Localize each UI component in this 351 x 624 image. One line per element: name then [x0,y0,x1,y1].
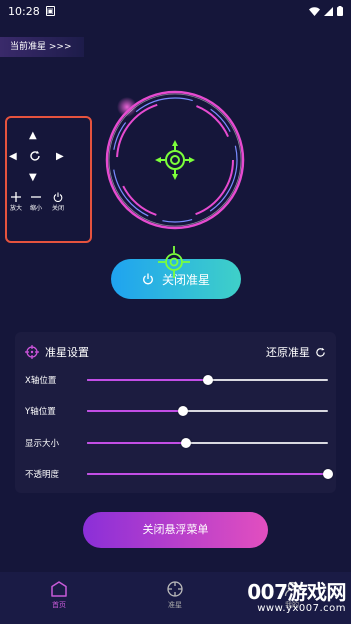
current-crosshair-banner[interactable]: 当前准星 >>> [0,37,84,57]
power-icon [143,273,153,285]
notification-icon: ▣ [45,6,55,16]
refresh-icon [30,150,40,161]
reset-crosshair-button[interactable]: 还原准星 [266,344,326,360]
nav-label-home: 首页 [52,601,66,609]
crosshair-settings-panel: 准星设置 还原准星 X轴位置 Y轴位置 显示大小 不透明度 [15,332,336,493]
power-icon [53,192,63,202]
refresh-icon [316,347,325,357]
reset-crosshair-label: 还原准星 [266,346,310,359]
slider-row-display-size: 显示大小 [25,436,328,450]
close-crosshair-button[interactable]: 关闭 [49,192,67,212]
watermark-url: www.yx007.com [257,603,346,614]
zoom-in-label: 放大 [9,205,22,212]
home-icon [51,581,67,597]
slider-fill [87,379,208,381]
signal-icon [324,6,333,16]
nav-item-crosshair[interactable]: 准星 [145,580,205,610]
display-size-slider[interactable] [87,438,328,448]
slider-thumb[interactable] [202,375,213,385]
slider-thumb[interactable] [180,438,191,448]
reset-position-button[interactable] [29,150,41,165]
battery-icon [337,6,343,16]
slider-fill [87,442,186,444]
status-time: 10:28 [8,4,40,18]
arrow-left-icon: ◀ [9,151,17,162]
x-position-slider[interactable] [87,375,328,385]
plus-icon [11,192,21,202]
move-down-button[interactable]: ▼ [29,172,37,183]
nav-item-home[interactable]: 首页 [29,580,89,610]
settings-header: 准星设置 还原准星 [25,342,326,362]
slider-thumb[interactable] [178,406,189,416]
zoom-out-label: 缩小 [29,205,42,212]
minus-icon [31,196,41,198]
green-reticle-icon [155,140,195,180]
status-bar: 10:28 ▣ [0,0,351,22]
slider-thumb[interactable] [323,469,333,479]
wifi-icon [309,6,320,16]
floating-reticle-icon [158,246,190,278]
watermark-title: 007游戏网 [247,580,346,604]
slider-row-x-position: X轴位置 [25,373,328,387]
slider-label: Y轴位置 [25,407,56,417]
slider-label: X轴位置 [25,376,57,386]
settings-title: 准星设置 [45,346,89,359]
crosshair-preview [100,85,250,235]
crosshair-icon [25,345,39,359]
arrow-up-icon: ▲ [29,130,37,141]
opacity-slider[interactable] [87,469,333,479]
move-left-button[interactable]: ◀ [9,151,17,162]
slider-fill [87,410,184,412]
arrow-down-icon: ▼ [29,172,37,183]
site-watermark: 007游戏网 www.yx007.com [247,576,346,614]
close-floating-menu-button[interactable]: 关闭悬浮菜单 [83,512,268,548]
zoom-in-button[interactable]: 放大 [8,192,24,212]
nav-label-crosshair: 准星 [168,601,182,609]
slider-row-y-position: Y轴位置 [25,404,328,418]
slider-fill [87,473,328,475]
crosshair-icon [167,581,183,597]
position-control-panel: ▲ ◀ ▶ ▼ 放大 缩小 关闭 [5,116,92,243]
slider-label: 不透明度 [25,470,60,480]
arrow-right-icon: ▶ [56,151,64,162]
slider-label: 显示大小 [25,439,60,449]
close-label: 关闭 [51,205,64,212]
zoom-out-button[interactable]: 缩小 [27,192,45,212]
y-position-slider[interactable] [87,406,328,416]
move-up-button[interactable]: ▲ [29,130,37,141]
slider-row-opacity: 不透明度 [25,467,333,481]
move-right-button[interactable]: ▶ [56,151,64,162]
